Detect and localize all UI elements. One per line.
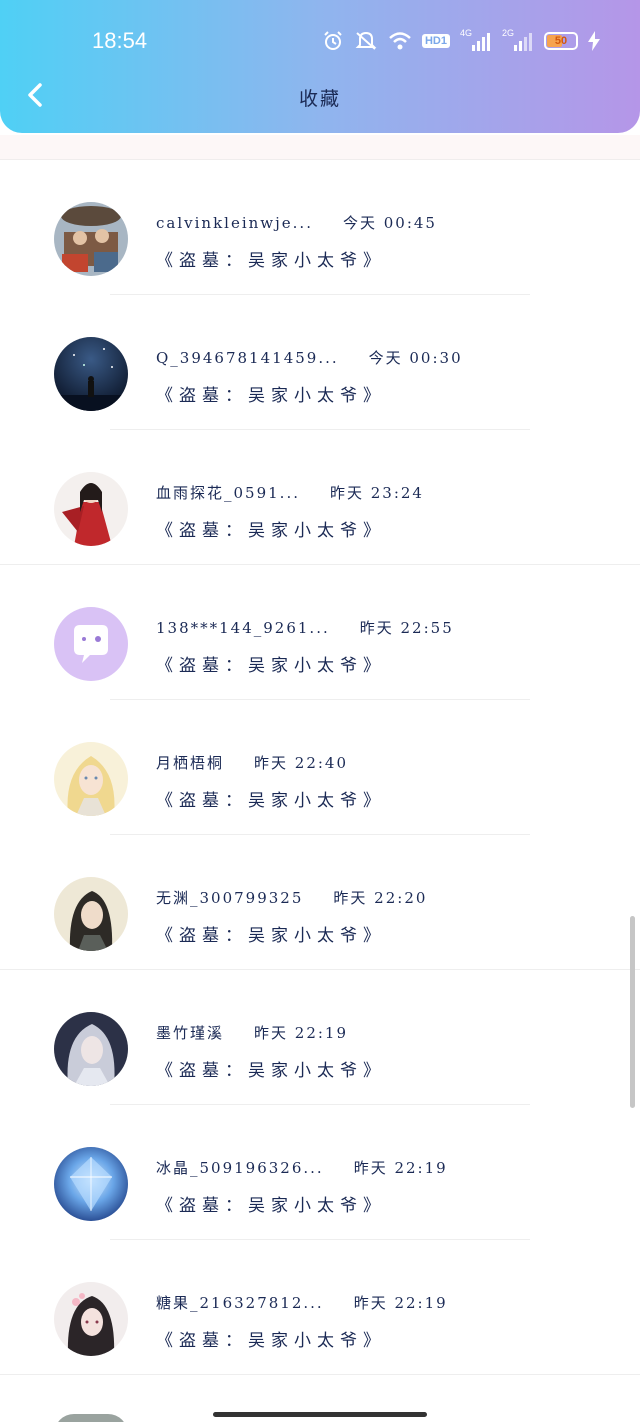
book-title: 《盗墓：吴家小太爷》 bbox=[156, 1061, 386, 1081]
book-title: 《盗墓：吴家小太爷》 bbox=[156, 521, 386, 541]
timestamp: 昨天 22:40 bbox=[254, 754, 349, 772]
user-name: 血雨探花_0591... bbox=[156, 484, 300, 502]
battery-icon: 50 bbox=[544, 28, 578, 54]
signal-2g-icon: 2G bbox=[502, 28, 534, 54]
book-title: 《盗墓：吴家小太爷》 bbox=[156, 1331, 386, 1351]
avatar[interactable] bbox=[54, 1012, 128, 1086]
timestamp: 今天 00:30 bbox=[368, 349, 463, 367]
avatar[interactable] bbox=[54, 202, 128, 276]
wifi-icon bbox=[388, 28, 412, 54]
user-name: 月栖梧桐 bbox=[156, 754, 225, 772]
avatar[interactable] bbox=[54, 1147, 128, 1221]
book-title: 《盗墓：吴家小太爷》 bbox=[156, 386, 386, 406]
divider bbox=[0, 1374, 640, 1375]
list-item[interactable]: 138***144_9261... 昨天 22:55 《盗墓：吴家小太爷》 bbox=[0, 565, 640, 700]
timestamp: 昨天 22:19 bbox=[254, 1024, 349, 1042]
avatar[interactable] bbox=[54, 742, 128, 816]
status-time: 18:54 bbox=[92, 28, 148, 53]
avatar[interactable] bbox=[54, 337, 128, 411]
list-item[interactable]: Q_394678141459... 今天 00:30 《盗墓：吴家小太爷》 bbox=[0, 295, 640, 430]
avatar[interactable] bbox=[54, 877, 128, 951]
book-title: 《盗墓：吴家小太爷》 bbox=[156, 1196, 386, 1216]
user-name: Q_394678141459... bbox=[156, 348, 339, 367]
user-name: 墨竹瑾溪 bbox=[156, 1024, 225, 1042]
top-app-bar: 18:54 HD1 4G 2G 50 收藏 bbox=[0, 0, 640, 133]
status-icons: HD1 4G 2G 50 bbox=[322, 28, 600, 54]
hd-icon: HD1 bbox=[421, 28, 450, 54]
user-name: 糖果_216327812... bbox=[156, 1294, 324, 1312]
list-item[interactable]: 月栖梧桐 昨天 22:40 《盗墓：吴家小太爷》 bbox=[0, 700, 640, 835]
list-item[interactable]: 墨竹瑾溪 昨天 22:19 《盗墓：吴家小太爷》 bbox=[0, 970, 640, 1105]
avatar[interactable] bbox=[54, 1414, 128, 1422]
timestamp: 昨天 22:19 bbox=[353, 1294, 448, 1312]
avatar[interactable] bbox=[54, 607, 128, 681]
list-item[interactable]: 糖果_216327812... 昨天 22:19 《盗墓：吴家小太爷》 bbox=[0, 1240, 640, 1375]
alarm-icon bbox=[322, 28, 344, 54]
list-top-spacer bbox=[0, 135, 640, 160]
book-title: 《盗墓：吴家小太爷》 bbox=[156, 791, 386, 811]
book-title: 《盗墓：吴家小太爷》 bbox=[156, 926, 386, 946]
favorites-list: calvinkleinwje... 今天 00:45 《盗墓：吴家小太爷》 Q_3… bbox=[0, 135, 640, 1375]
list-item[interactable]: 无渊_300799325 昨天 22:20 《盗墓：吴家小太爷》 bbox=[0, 835, 640, 970]
timestamp: 昨天 22:20 bbox=[333, 889, 428, 907]
user-name: 无渊_300799325 bbox=[156, 889, 304, 907]
list-item[interactable]: 冰晶_509196326... 昨天 22:19 《盗墓：吴家小太爷》 bbox=[0, 1105, 640, 1240]
book-title: 《盗墓：吴家小太爷》 bbox=[156, 656, 386, 676]
book-title: 《盗墓：吴家小太爷》 bbox=[156, 251, 386, 271]
page-title: 收藏 bbox=[298, 88, 341, 110]
avatar[interactable] bbox=[54, 1282, 128, 1356]
home-indicator[interactable] bbox=[213, 1412, 427, 1417]
user-name: 冰晶_509196326... bbox=[156, 1159, 324, 1177]
user-name: calvinkleinwje... bbox=[156, 213, 313, 232]
list-item[interactable]: calvinkleinwje... 今天 00:45 《盗墓：吴家小太爷》 bbox=[0, 160, 640, 295]
mute-icon bbox=[354, 28, 378, 54]
charging-icon bbox=[588, 28, 600, 54]
timestamp: 今天 00:45 bbox=[342, 214, 437, 232]
scrollbar[interactable] bbox=[630, 916, 635, 1108]
timestamp: 昨天 22:55 bbox=[359, 619, 454, 637]
avatar[interactable] bbox=[54, 472, 128, 546]
signal-4g-icon: 4G bbox=[460, 28, 492, 54]
user-name: 138***144_9261... bbox=[156, 618, 330, 637]
timestamp: 昨天 23:24 bbox=[329, 484, 424, 502]
list-item[interactable]: 血雨探花_0591... 昨天 23:24 《盗墓：吴家小太爷》 bbox=[0, 430, 640, 565]
timestamp: 昨天 22:19 bbox=[353, 1159, 448, 1177]
